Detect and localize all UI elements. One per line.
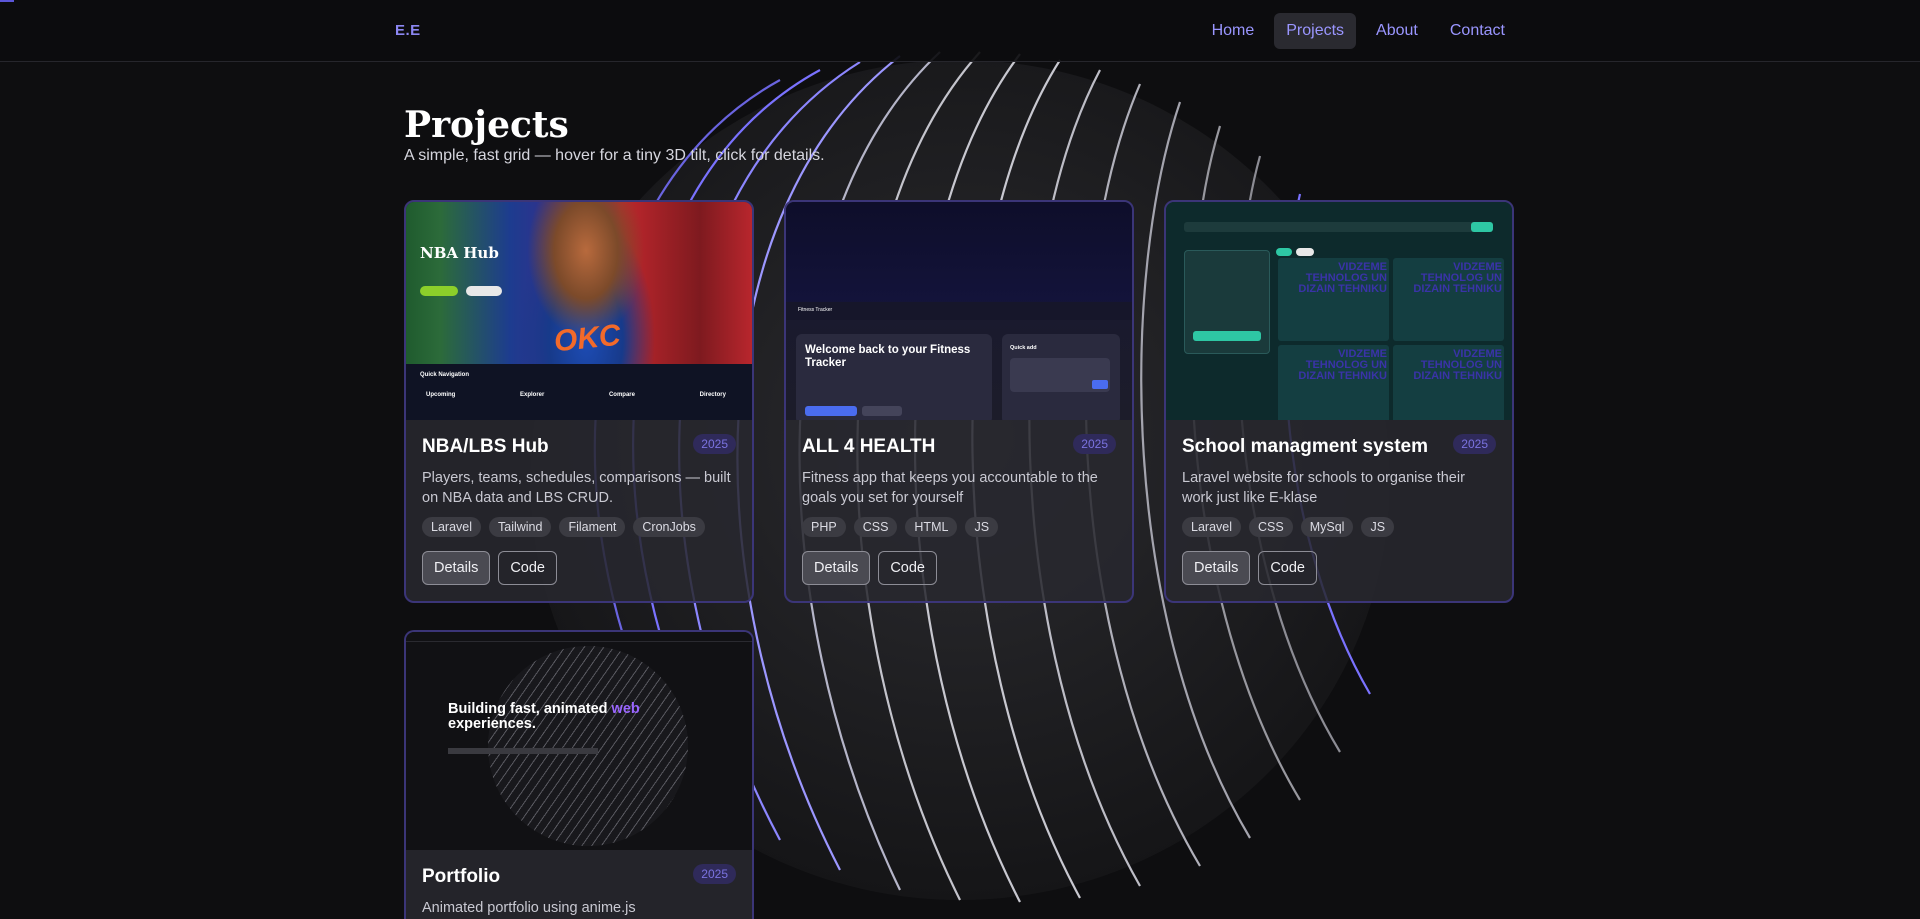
card-description: Fitness app that keeps you accountable t… (802, 470, 1098, 506)
page-title: Projects (404, 104, 569, 146)
thumb-heading: Welcome back to your Fitness Tracker (805, 344, 971, 369)
tag: CronJobs (633, 517, 705, 537)
thumb-pill (420, 286, 458, 296)
thumb-app-name: Fitness Tracker (798, 307, 833, 313)
thumb-heading: NBA Hub (420, 244, 499, 262)
thumb-pill (1296, 248, 1314, 256)
thumb-button (805, 406, 857, 416)
project-card-school[interactable]: VIDZEME TEHNOLOG UN DIZAIN TEHNIKU VIDZE… (1164, 200, 1514, 603)
thumb-sphere (488, 646, 688, 846)
tag: JS (965, 517, 999, 537)
thumb-search-button (1471, 222, 1493, 232)
thumb-search (1184, 222, 1484, 232)
tag: JS (1361, 517, 1395, 537)
thumb-heading: Building fast, animated web experiences. (448, 702, 640, 732)
card-actions: Details Code (802, 551, 1116, 585)
main-nav: Home Projects About Contact (1200, 13, 1517, 49)
page-subtitle: A simple, fast grid — hover for a tiny 3… (404, 147, 825, 164)
code-button[interactable]: Code (878, 551, 937, 585)
thumb-side-label: Quick add (1010, 345, 1037, 351)
project-card-fitness[interactable]: Fitness Tracker Welcome back to your Fit… (784, 200, 1134, 603)
project-card-nba[interactable]: OKC NBA Hub Quick Navigation Upcoming Ex… (404, 200, 754, 603)
card-title: NBA/LBS Hub (422, 436, 549, 457)
year-badge: 2025 (693, 434, 736, 454)
thumb-watermark: VIDZEME TEHNOLOG UN DIZAIN TEHNIKU (1413, 348, 1502, 382)
thumb-button (862, 406, 902, 416)
corner-mark (0, 0, 14, 2)
year-badge: 2025 (1073, 434, 1116, 454)
card-actions: Details Code (1182, 551, 1496, 585)
thumb-jersey-text: OKC (552, 318, 623, 359)
code-button[interactable]: Code (1258, 551, 1317, 585)
card-body: NBA/LBS Hub 2025 Players, teams, schedul… (406, 420, 752, 601)
card-title: School managment system (1182, 436, 1429, 457)
thumb-heading-text: Building fast, animated (448, 701, 612, 717)
details-button[interactable]: Details (422, 551, 491, 585)
thumb-pill (1276, 248, 1292, 256)
project-thumbnail: VIDZEME TEHNOLOG UN DIZAIN TEHNIKU VIDZE… (1166, 202, 1512, 420)
tag: Laravel (1182, 517, 1241, 537)
thumb-filter-button (1193, 331, 1261, 341)
thumb-column: Upcoming (426, 392, 456, 398)
thumb-heading-accent: web (611, 701, 640, 717)
code-button[interactable]: Code (498, 551, 557, 585)
card-description: Laravel website for schools to organise … (1182, 470, 1465, 506)
thumb-watermark: VIDZEME TEHNOLOG UN DIZAIN TEHNIKU (1298, 261, 1387, 295)
project-thumbnail: Building fast, animated web experiences. (406, 632, 752, 850)
brand-logo[interactable]: E.E (395, 22, 421, 39)
details-button[interactable]: Details (802, 551, 871, 585)
details-button[interactable]: Details (1182, 551, 1251, 585)
thumb-post-tile: VIDZEME TEHNOLOG UN DIZAIN TEHNIKU (1393, 345, 1504, 420)
tag: Tailwind (489, 517, 552, 537)
thumb-topbar (786, 302, 1132, 320)
thumb-welcome-panel: Welcome back to your Fitness Tracker (796, 334, 992, 420)
tag: PHP (802, 517, 846, 537)
thumb-quickadd-panel: Quick add (1002, 334, 1120, 420)
top-navbar: E.E Home Projects About Contact (0, 0, 1920, 62)
tag: CSS (1249, 517, 1293, 537)
card-title: ALL 4 HEALTH (802, 436, 936, 457)
thumb-columns: Upcoming Explorer Compare Directory (426, 392, 726, 398)
tag-list: PHP CSS HTML JS (802, 517, 1116, 537)
tag: HTML (905, 517, 958, 537)
tag: CSS (853, 517, 898, 537)
nav-projects[interactable]: Projects (1274, 13, 1357, 49)
tag-list: Laravel Tailwind Filament CronJobs (422, 517, 736, 537)
card-actions: Details Code (422, 551, 736, 585)
thumb-text-lines (448, 748, 598, 754)
thumb-watermark: VIDZEME TEHNOLOG UN DIZAIN TEHNIKU (1298, 348, 1387, 382)
thumb-post-tile: VIDZEME TEHNOLOG UN DIZAIN TEHNIKU (1393, 258, 1504, 341)
card-title: Portfolio (422, 866, 501, 887)
card-body: ALL 4 HEALTH 2025 Fitness app that keeps… (786, 420, 1132, 601)
thumb-watermark: VIDZEME TEHNOLOG UN DIZAIN TEHNIKU (1413, 261, 1502, 295)
thumb-section-label: Quick Navigation (420, 372, 470, 378)
card-description: Animated portfolio using anime.js (422, 900, 636, 916)
card-description: Players, teams, schedules, comparisons —… (422, 470, 731, 506)
thumb-column: Explorer (519, 392, 545, 398)
project-thumbnail: OKC NBA Hub Quick Navigation Upcoming Ex… (406, 202, 752, 420)
thumb-post-tile: VIDZEME TEHNOLOG UN DIZAIN TEHNIKU (1278, 258, 1389, 341)
nav-contact[interactable]: Contact (1438, 13, 1517, 49)
tag-list: Laravel CSS MySql JS (1182, 517, 1496, 537)
thumb-topbar (406, 632, 752, 642)
nav-about[interactable]: About (1364, 13, 1430, 49)
thumb-pill (466, 286, 502, 296)
tag: MySql (1300, 517, 1354, 537)
thumb-post-grid: VIDZEME TEHNOLOG UN DIZAIN TEHNIKU VIDZE… (1278, 258, 1504, 420)
thumb-column: Directory (699, 392, 726, 398)
year-badge: 2025 (1453, 434, 1496, 454)
thumb-add-button (1092, 380, 1108, 389)
tag: Laravel (422, 517, 481, 537)
card-body: School managment system 2025 Laravel web… (1166, 420, 1512, 601)
thumb-post-tile: VIDZEME TEHNOLOG UN DIZAIN TEHNIKU (1278, 345, 1389, 420)
project-thumbnail: Fitness Tracker Welcome back to your Fit… (786, 202, 1132, 420)
year-badge: 2025 (693, 864, 736, 884)
thumb-filter-panel (1184, 250, 1270, 354)
thumb-column: Compare (608, 392, 635, 398)
project-card-portfolio[interactable]: Building fast, animated web experiences.… (404, 630, 754, 919)
nav-home[interactable]: Home (1200, 13, 1267, 49)
tag: Filament (559, 517, 626, 537)
card-body: Portfolio 2025 Animated portfolio using … (406, 850, 752, 919)
thumb-heading-text: experiences. (448, 716, 536, 732)
